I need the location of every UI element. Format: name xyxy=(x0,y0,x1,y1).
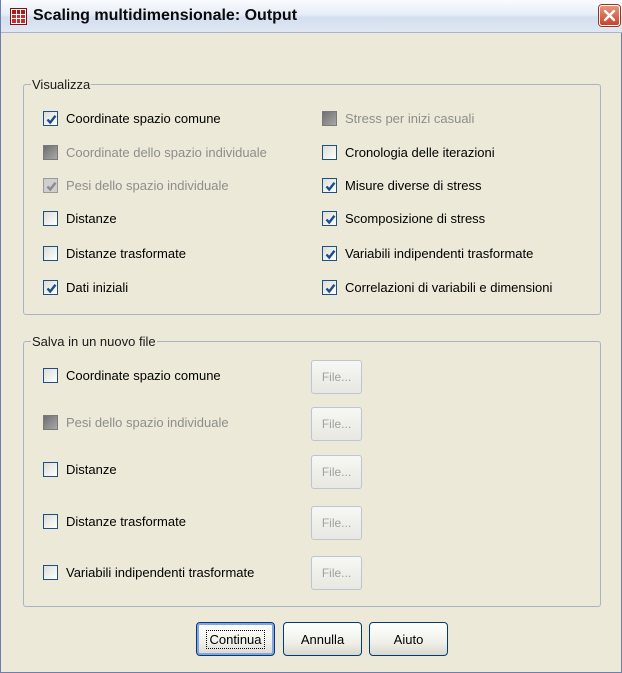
save-transformed-distances-file-button: File... xyxy=(311,506,362,540)
checkmark-icon xyxy=(325,181,336,191)
close-icon xyxy=(603,9,616,22)
display-individual-coords-row: Coordinate dello spazio individuale xyxy=(43,143,267,161)
display-iteration-history-row[interactable]: Cronologia delle iterazioni xyxy=(322,143,495,161)
display-iteration-history-checkbox[interactable] xyxy=(322,144,337,160)
checkmark-icon xyxy=(325,214,336,224)
display-individual-coords-checkbox xyxy=(43,144,58,160)
checkmark-icon xyxy=(46,114,57,124)
save-distances-checkbox[interactable] xyxy=(43,461,58,477)
save-group-label: Salva in un nuovo file xyxy=(31,334,157,349)
display-individual-weights-label: Pesi dello spazio individuale xyxy=(66,177,229,193)
display-common-coords-checkbox[interactable] xyxy=(43,110,58,126)
display-var-dim-correlations-checkbox[interactable] xyxy=(322,279,337,295)
display-var-dim-correlations-label: Correlazioni di variabili e dimensioni xyxy=(345,279,553,295)
display-stress-measures-checkbox[interactable] xyxy=(322,177,337,193)
display-individual-weights-row: Pesi dello spazio individuale xyxy=(43,176,229,194)
display-random-starts-stress-label: Stress per inizi casuali xyxy=(345,110,475,126)
save-common-coords-label: Coordinate spazio comune xyxy=(66,367,221,383)
save-common-coords-checkbox[interactable] xyxy=(43,367,58,383)
display-iteration-history-label: Cronologia delle iterazioni xyxy=(345,144,495,160)
save-group: Salva in un nuovo file Coordinate spazio… xyxy=(23,334,601,607)
save-transformed-indep-vars-file-button: File... xyxy=(311,556,362,590)
checkmark-icon xyxy=(325,283,336,293)
checkmark-icon xyxy=(325,249,336,259)
display-stress-decomposition-checkbox[interactable] xyxy=(322,210,337,226)
save-transformed-distances-label: Distanze trasformate xyxy=(66,513,186,529)
display-initial-data-row[interactable]: Dati iniziali xyxy=(43,278,128,296)
display-stress-measures-label: Misure diverse di stress xyxy=(345,177,482,193)
display-distances-checkbox[interactable] xyxy=(43,210,58,226)
display-transformed-distances-label: Distanze trasformate xyxy=(66,245,186,261)
display-transformed-distances-row[interactable]: Distanze trasformate xyxy=(43,244,186,262)
display-initial-data-checkbox[interactable] xyxy=(43,279,58,295)
save-individual-weights-file-button: File... xyxy=(311,407,362,441)
display-common-coords-row[interactable]: Coordinate spazio comune xyxy=(43,109,221,127)
continue-button-label: Continua xyxy=(206,629,265,649)
save-transformed-distances-checkbox[interactable] xyxy=(43,513,58,529)
display-stress-decomposition-row[interactable]: Scomposizione di stress xyxy=(322,209,485,227)
save-common-coords-file-button: File... xyxy=(311,360,362,394)
checkmark-icon xyxy=(46,181,57,191)
checkmark-icon xyxy=(46,283,57,293)
window-title: Scaling multidimensionale: Output xyxy=(33,7,298,24)
display-individual-weights-checkbox xyxy=(43,177,58,193)
save-transformed-indep-vars-label: Variabili indipendenti trasformate xyxy=(66,564,255,580)
save-transformed-indep-vars-row[interactable]: Variabili indipendenti trasformate xyxy=(43,563,254,581)
close-button[interactable] xyxy=(599,5,620,26)
save-distances-label: Distanze xyxy=(66,461,117,477)
save-distances-row[interactable]: Distanze xyxy=(43,460,117,478)
spss-grid-icon xyxy=(10,8,27,25)
display-var-dim-correlations-row[interactable]: Correlazioni di variabili e dimensioni xyxy=(322,278,552,296)
save-transformed-distances-row[interactable]: Distanze trasformate xyxy=(43,512,186,530)
cancel-button[interactable]: Annulla xyxy=(283,622,362,656)
display-distances-row[interactable]: Distanze xyxy=(43,209,117,227)
save-individual-weights-label: Pesi dello spazio individuale xyxy=(66,414,229,430)
save-common-coords-row[interactable]: Coordinate spazio comune xyxy=(43,366,221,384)
title-bar[interactable]: Scaling multidimensionale: Output xyxy=(1,0,622,33)
display-distances-label: Distanze xyxy=(66,210,117,226)
save-individual-weights-row: Pesi dello spazio individuale xyxy=(43,413,229,431)
display-group: Visualizza Coordinate spazio comune Coor… xyxy=(23,77,601,315)
display-transformed-indep-vars-checkbox[interactable] xyxy=(322,245,337,261)
output-dialog: Scaling multidimensionale: Output Visual… xyxy=(0,0,622,673)
display-initial-data-label: Dati iniziali xyxy=(66,279,129,295)
display-transformed-distances-checkbox[interactable] xyxy=(43,245,58,261)
display-transformed-indep-vars-label: Variabili indipendenti trasformate xyxy=(345,245,534,261)
save-transformed-indep-vars-checkbox[interactable] xyxy=(43,564,58,580)
display-individual-coords-label: Coordinate dello spazio individuale xyxy=(66,144,267,160)
continue-button[interactable]: Continua xyxy=(196,622,275,656)
display-random-starts-stress-checkbox xyxy=(322,110,337,126)
display-stress-measures-row[interactable]: Misure diverse di stress xyxy=(322,176,482,194)
display-group-label: Visualizza xyxy=(31,77,92,92)
display-common-coords-label: Coordinate spazio comune xyxy=(66,110,221,126)
save-individual-weights-checkbox xyxy=(43,414,58,430)
display-stress-decomposition-label: Scomposizione di stress xyxy=(345,210,486,226)
display-transformed-indep-vars-row[interactable]: Variabili indipendenti trasformate xyxy=(322,244,533,262)
save-distances-file-button: File... xyxy=(311,455,362,489)
help-button[interactable]: Aiuto xyxy=(369,622,448,656)
display-random-starts-stress-row: Stress per inizi casuali xyxy=(322,109,474,127)
